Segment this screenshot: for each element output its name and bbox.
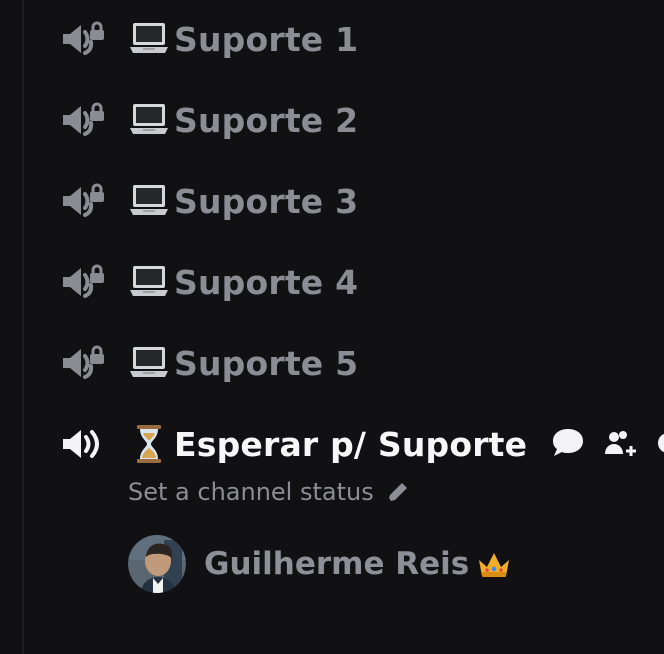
- member-name: Guilherme Reis: [204, 546, 470, 582]
- locked-voice-icon: [60, 343, 106, 383]
- laptop-icon: [126, 343, 172, 383]
- pencil-icon[interactable]: [386, 480, 410, 504]
- voice-channel-suporte-2[interactable]: Suporte 2: [60, 95, 358, 145]
- channel-name: Esperar p/ Suporte: [174, 424, 528, 464]
- channel-name: Suporte 2: [174, 100, 359, 140]
- chat-icon[interactable]: [548, 423, 588, 467]
- channel-name: Suporte 5: [174, 343, 359, 383]
- crown-icon: [477, 550, 511, 578]
- avatar: [128, 535, 186, 593]
- settings-icon[interactable]: [652, 423, 664, 467]
- channel-actions: [548, 425, 664, 465]
- hourglass-icon: [126, 424, 172, 464]
- channel-status[interactable]: Set a channel status: [128, 472, 410, 512]
- locked-voice-icon: [60, 262, 106, 302]
- voice-member[interactable]: Guilherme Reis: [128, 534, 511, 594]
- voice-channel-panel: Suporte 1 Suporte 2 Suporte 3 Suporte 4 …: [0, 0, 664, 654]
- channel-status-placeholder: Set a channel status: [128, 478, 374, 506]
- laptop-icon: [126, 100, 172, 140]
- voice-channel-suporte-5[interactable]: Suporte 5: [60, 338, 358, 388]
- voice-channel-suporte-3[interactable]: Suporte 3: [60, 176, 358, 226]
- channel-name: Suporte 1: [174, 19, 359, 59]
- laptop-icon: [126, 262, 172, 302]
- voice-speaker-icon: [60, 424, 106, 464]
- locked-voice-icon: [60, 181, 106, 221]
- add-user-icon[interactable]: [600, 423, 640, 467]
- channel-name: Suporte 3: [174, 181, 359, 221]
- laptop-icon: [126, 19, 172, 59]
- sidebar-divider: [22, 0, 24, 654]
- channel-name: Suporte 4: [174, 262, 359, 302]
- voice-channel-esperar-suporte[interactable]: Esperar p/ Suporte: [60, 419, 527, 469]
- locked-voice-icon: [60, 19, 106, 59]
- locked-voice-icon: [60, 100, 106, 140]
- voice-channel-suporte-1[interactable]: Suporte 1: [60, 14, 358, 64]
- voice-channel-suporte-4[interactable]: Suporte 4: [60, 257, 358, 307]
- laptop-icon: [126, 181, 172, 221]
